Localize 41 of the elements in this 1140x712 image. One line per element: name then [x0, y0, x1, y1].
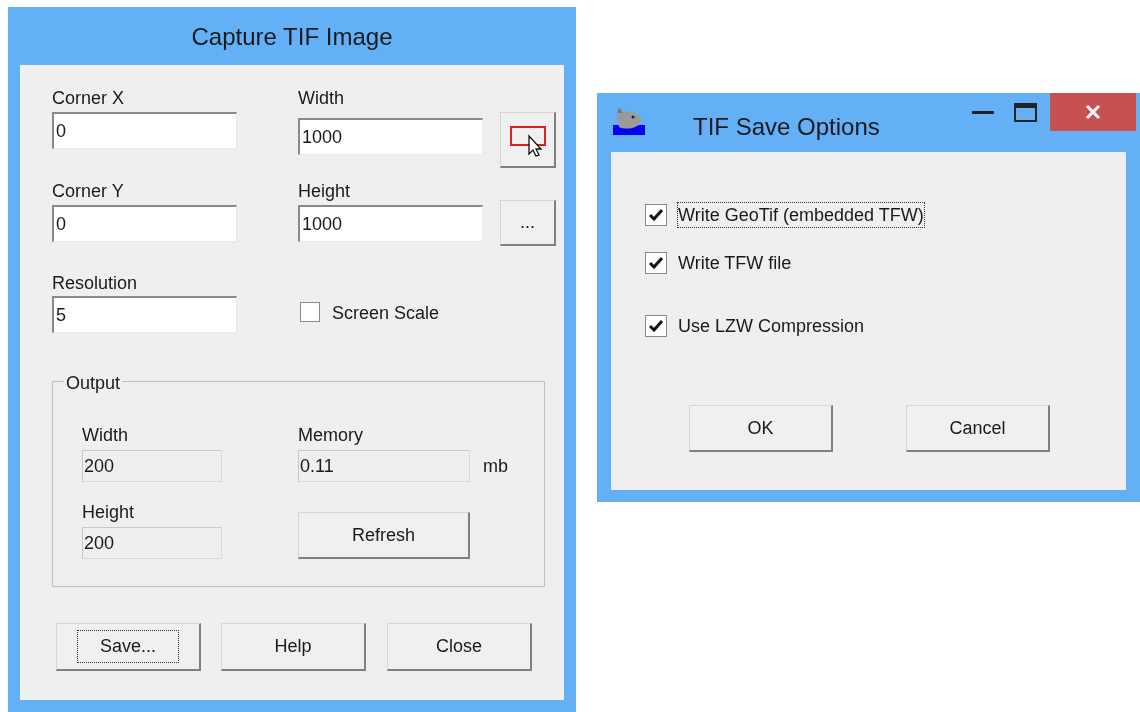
- maximize-icon: [1013, 102, 1037, 122]
- dialog-button[interactable]: Cancel: [906, 405, 1050, 452]
- field-label: Width: [298, 87, 344, 110]
- pick-button[interactable]: [500, 112, 556, 168]
- field-label: Corner Y: [52, 180, 124, 203]
- checkbox[interactable]: [645, 315, 667, 337]
- checkmark-icon: [649, 320, 663, 332]
- unit-label: mb: [483, 455, 508, 478]
- readonly-field[interactable]: 200: [82, 527, 222, 559]
- checkbox-label[interactable]: Write TFW file: [677, 250, 793, 276]
- input-field[interactable]: 1000: [298, 118, 483, 155]
- field-label: Width: [82, 424, 128, 447]
- window-title: Capture TIF Image: [190, 22, 394, 52]
- checkbox[interactable]: [645, 252, 667, 274]
- close-icon: [1085, 104, 1101, 120]
- minimize-icon: [972, 110, 994, 114]
- readonly-field[interactable]: 0.11: [298, 450, 470, 482]
- checkbox-label: Screen Scale: [332, 302, 440, 325]
- checkbox-label[interactable]: Write GeoTif (embedded TFW): [677, 202, 925, 228]
- more-button[interactable]: ...: [500, 200, 556, 246]
- dialog-button[interactable]: Help: [221, 623, 366, 671]
- dialog-button[interactable]: Save...: [56, 623, 201, 671]
- field-label: Height: [298, 180, 351, 203]
- checkbox[interactable]: [645, 204, 667, 226]
- checkmark-icon: [649, 209, 663, 221]
- checkmark-icon: [649, 257, 663, 269]
- input-field[interactable]: 1000: [298, 205, 483, 242]
- input-field[interactable]: 0: [52, 112, 237, 149]
- readonly-field[interactable]: 200: [82, 450, 222, 482]
- field-label: Resolution: [52, 272, 138, 295]
- field-label: Height: [82, 501, 135, 524]
- input-field[interactable]: 5: [52, 296, 237, 333]
- checkbox-label[interactable]: Use LZW Compression: [677, 313, 866, 339]
- checkbox[interactable]: [300, 302, 320, 322]
- input-field[interactable]: 0: [52, 205, 237, 242]
- field-label: Memory: [298, 424, 363, 447]
- window-title: TIF Save Options: [693, 112, 880, 142]
- field-label: Corner X: [52, 87, 125, 110]
- dialog-button[interactable]: Close: [387, 623, 532, 671]
- refresh-button[interactable]: Refresh: [298, 512, 470, 559]
- dialog-button[interactable]: OK: [689, 405, 833, 452]
